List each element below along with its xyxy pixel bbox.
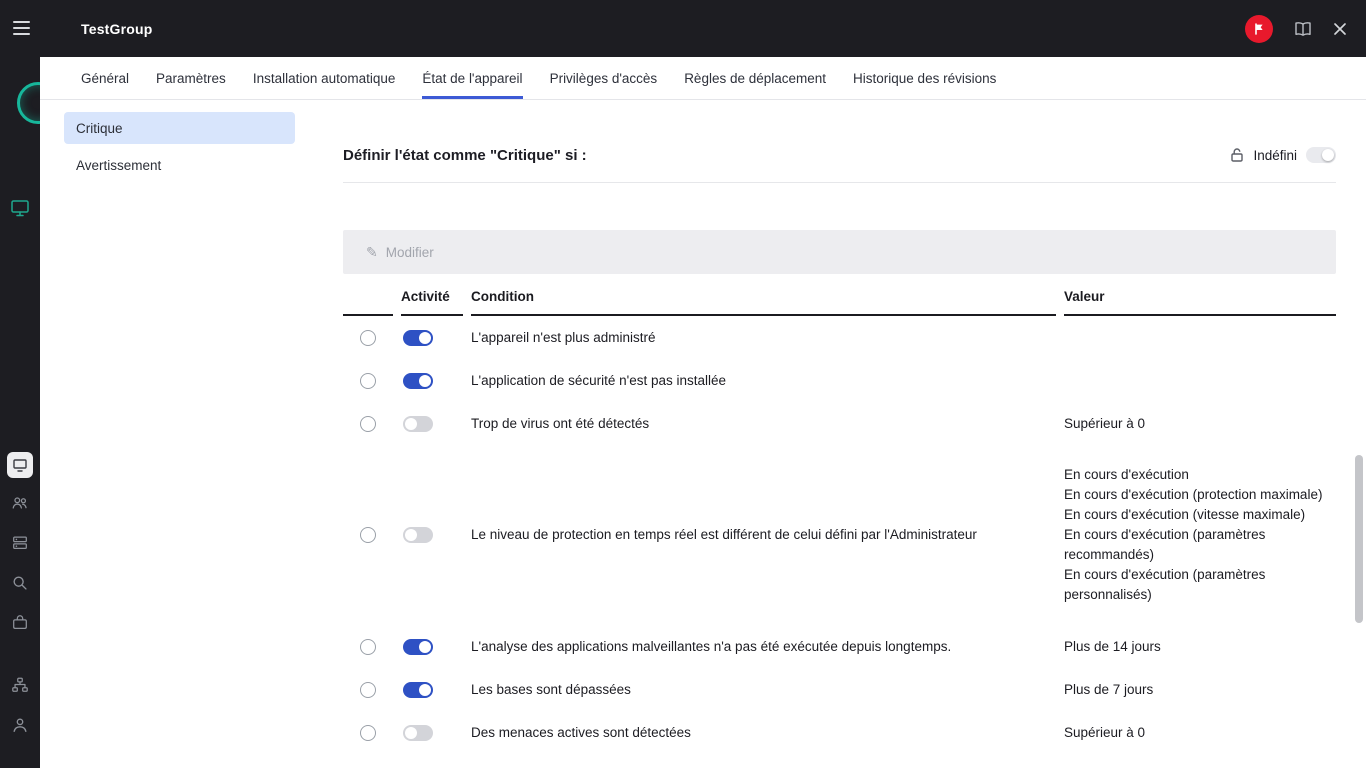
row-select-radio[interactable] — [360, 638, 376, 655]
undefined-toggle[interactable] — [1306, 147, 1336, 163]
table-row: Des menaces actives sont détectées Supéri… — [343, 711, 1336, 754]
flag-badge-icon[interactable] — [1245, 14, 1273, 43]
tab-installation-automatique[interactable]: Installation automatique — [253, 57, 396, 99]
activity-toggle[interactable] — [403, 527, 433, 543]
value-text: Supérieur à 0 — [1064, 415, 1146, 431]
account-icon[interactable] — [11, 716, 29, 734]
tab-etat-de-l-appareil[interactable]: État de l'appareil — [422, 57, 523, 99]
active-section-icon[interactable] — [7, 452, 33, 478]
vertical-scrollbar[interactable] — [1355, 455, 1363, 623]
book-icon[interactable] — [1293, 20, 1313, 38]
section-divider — [343, 182, 1336, 183]
modify-button[interactable]: ✎ Modifier — [366, 245, 434, 260]
top-bar: TestGroup — [0, 0, 1366, 57]
table-toolbar: ✎ Modifier — [343, 230, 1336, 274]
header-select — [343, 280, 393, 316]
sidebar-item-critique[interactable]: Critique — [64, 112, 295, 144]
users-icon[interactable] — [11, 494, 29, 512]
hierarchy-icon[interactable] — [11, 676, 29, 694]
logo-ring-icon — [17, 82, 40, 124]
condition-text: Le niveau de protection en temps réel es… — [471, 527, 977, 542]
value-text: En cours d'exécution En cours d'exécutio… — [1064, 467, 1323, 602]
close-icon[interactable] — [1333, 22, 1347, 36]
activity-toggle[interactable] — [403, 415, 433, 432]
undefined-label: Indéfini — [1253, 147, 1297, 163]
group-title: TestGroup — [81, 20, 153, 37]
row-select-radio[interactable] — [360, 329, 376, 346]
tab-bar: Général Paramètres Installation automatiqu… — [40, 57, 1366, 100]
condition-text: L'appareil n'est plus administré — [471, 329, 656, 345]
tab-privileges-d-acces[interactable]: Privilèges d'accès — [550, 57, 658, 99]
row-select-radio[interactable] — [360, 724, 376, 741]
row-select-radio[interactable] — [360, 415, 376, 432]
conditions-table-body: L'appareil n'est plus administré L'applic… — [343, 316, 1336, 754]
condition-text: L'application de sécurité n'est pas inst… — [471, 372, 727, 388]
topbar-actions — [1245, 14, 1366, 43]
value-text: Plus de 7 jours — [1064, 681, 1154, 697]
app-window: TestGroup Général Paramètres Installatio… — [0, 0, 1366, 768]
tab-general[interactable]: Général — [81, 57, 129, 99]
condition-text: Les bases sont dépassées — [471, 681, 631, 697]
tab-historique-des-revisions[interactable]: Historique des révisions — [853, 57, 996, 99]
value-text: Plus de 14 jours — [1064, 638, 1161, 654]
table-row: Le niveau de protection en temps réel es… — [343, 445, 1336, 625]
bag-icon[interactable] — [11, 614, 29, 632]
hamburger-menu-icon[interactable] — [13, 21, 30, 35]
value-text: Supérieur à 0 — [1064, 724, 1146, 740]
table-row: Les bases sont dépassées Plus de 7 jours — [343, 668, 1336, 711]
activity-toggle[interactable] — [403, 638, 433, 655]
activity-toggle[interactable] — [403, 724, 433, 741]
content-area: Général Paramètres Installation automatiqu… — [40, 57, 1366, 768]
row-select-radio[interactable] — [360, 681, 376, 698]
main-panel: Définir l'état comme "Critique" si : Ind… — [343, 100, 1336, 754]
modify-button-label: Modifier — [385, 244, 434, 260]
table-header-row: Activité Condition Valeur — [343, 280, 1336, 316]
left-icon-rail — [0, 57, 40, 768]
activity-toggle[interactable] — [403, 329, 433, 346]
search-icon[interactable] — [11, 574, 29, 592]
side-nav: Critique Avertissement — [64, 112, 295, 186]
conditions-table: Activité Condition Valeur L'appareil n'e… — [343, 280, 1336, 754]
row-select-radio[interactable] — [360, 372, 376, 389]
activity-toggle[interactable] — [403, 372, 433, 389]
table-row: L'appareil n'est plus administré — [343, 316, 1336, 359]
tab-parametres[interactable]: Paramètres — [156, 57, 226, 99]
header-condition: Condition — [471, 280, 1056, 316]
table-row: L'application de sécurité n'est pas inst… — [343, 359, 1336, 402]
header-activity: Activité — [401, 280, 463, 316]
servers-icon[interactable] — [11, 534, 29, 552]
devices-monitor-icon[interactable] — [10, 198, 30, 218]
condition-text: Trop de virus ont été détectés — [471, 415, 650, 431]
undefined-control: Indéfini — [1230, 147, 1336, 163]
lock-icon — [1231, 148, 1244, 162]
tab-regles-de-deplacement[interactable]: Règles de déplacement — [684, 57, 826, 99]
sidebar-item-avertissement[interactable]: Avertissement — [64, 149, 295, 181]
pencil-icon: ✎ — [366, 244, 378, 260]
condition-text: L'analyse des applications malveillantes… — [471, 638, 952, 654]
header-value: Valeur — [1064, 280, 1336, 316]
activity-toggle[interactable] — [403, 681, 433, 698]
page-title: Définir l'état comme "Critique" si : — [343, 146, 587, 164]
row-select-radio[interactable] — [360, 527, 376, 543]
table-row: L'analyse des applications malveillantes… — [343, 625, 1336, 668]
table-row: Trop de virus ont été détectés Supérieur … — [343, 402, 1336, 445]
condition-text: Des menaces actives sont détectées — [471, 724, 691, 740]
